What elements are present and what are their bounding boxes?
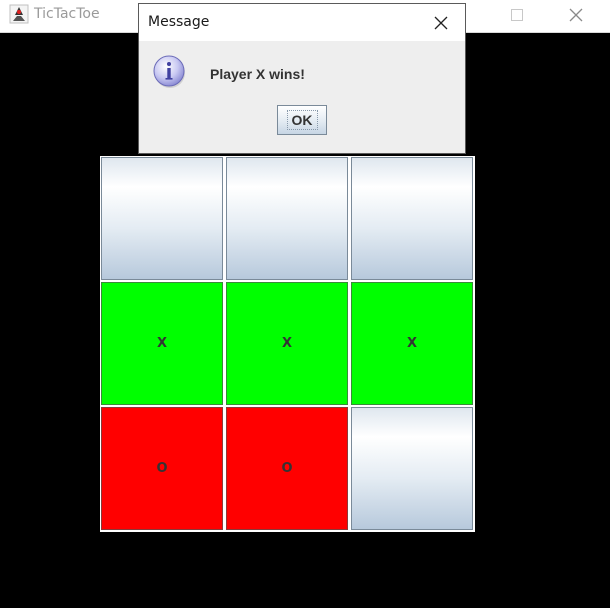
cell-mark: X: [406, 336, 418, 351]
info-icon: [153, 55, 185, 88]
maximize-icon: [511, 9, 523, 21]
cell-mark: O: [156, 461, 168, 476]
app-window: TicTacToe X X X O O Message Player X win…: [0, 0, 610, 608]
ok-button-label: OK: [286, 110, 318, 130]
close-icon: [434, 16, 448, 30]
game-board: X X X O O: [100, 156, 475, 532]
java-duke-icon: [9, 4, 29, 24]
close-icon: [569, 8, 583, 22]
board-cell-7[interactable]: O: [101, 407, 223, 530]
board-cell-4[interactable]: X: [101, 282, 223, 405]
window-title: TicTacToe: [34, 6, 100, 22]
board-cell-1[interactable]: [101, 157, 223, 280]
window-close-button[interactable]: [553, 0, 599, 30]
dialog-title: Message: [148, 14, 210, 30]
board-cell-6[interactable]: X: [351, 282, 473, 405]
board-cell-5[interactable]: X: [226, 282, 348, 405]
maximize-button[interactable]: [494, 0, 540, 30]
board-cell-8[interactable]: O: [226, 407, 348, 530]
dialog-close-button[interactable]: [428, 10, 454, 36]
dialog-message: Player X wins!: [210, 66, 305, 82]
board-cell-9[interactable]: [351, 407, 473, 530]
ok-button[interactable]: OK: [277, 105, 327, 135]
cell-mark: O: [281, 461, 293, 476]
cell-mark: X: [156, 336, 168, 351]
board-cell-3[interactable]: [351, 157, 473, 280]
dialog-titlebar[interactable]: Message: [139, 4, 465, 41]
message-dialog: Message Player X wins! OK: [138, 3, 466, 154]
cell-mark: X: [281, 336, 293, 351]
board-cell-2[interactable]: [226, 157, 348, 280]
